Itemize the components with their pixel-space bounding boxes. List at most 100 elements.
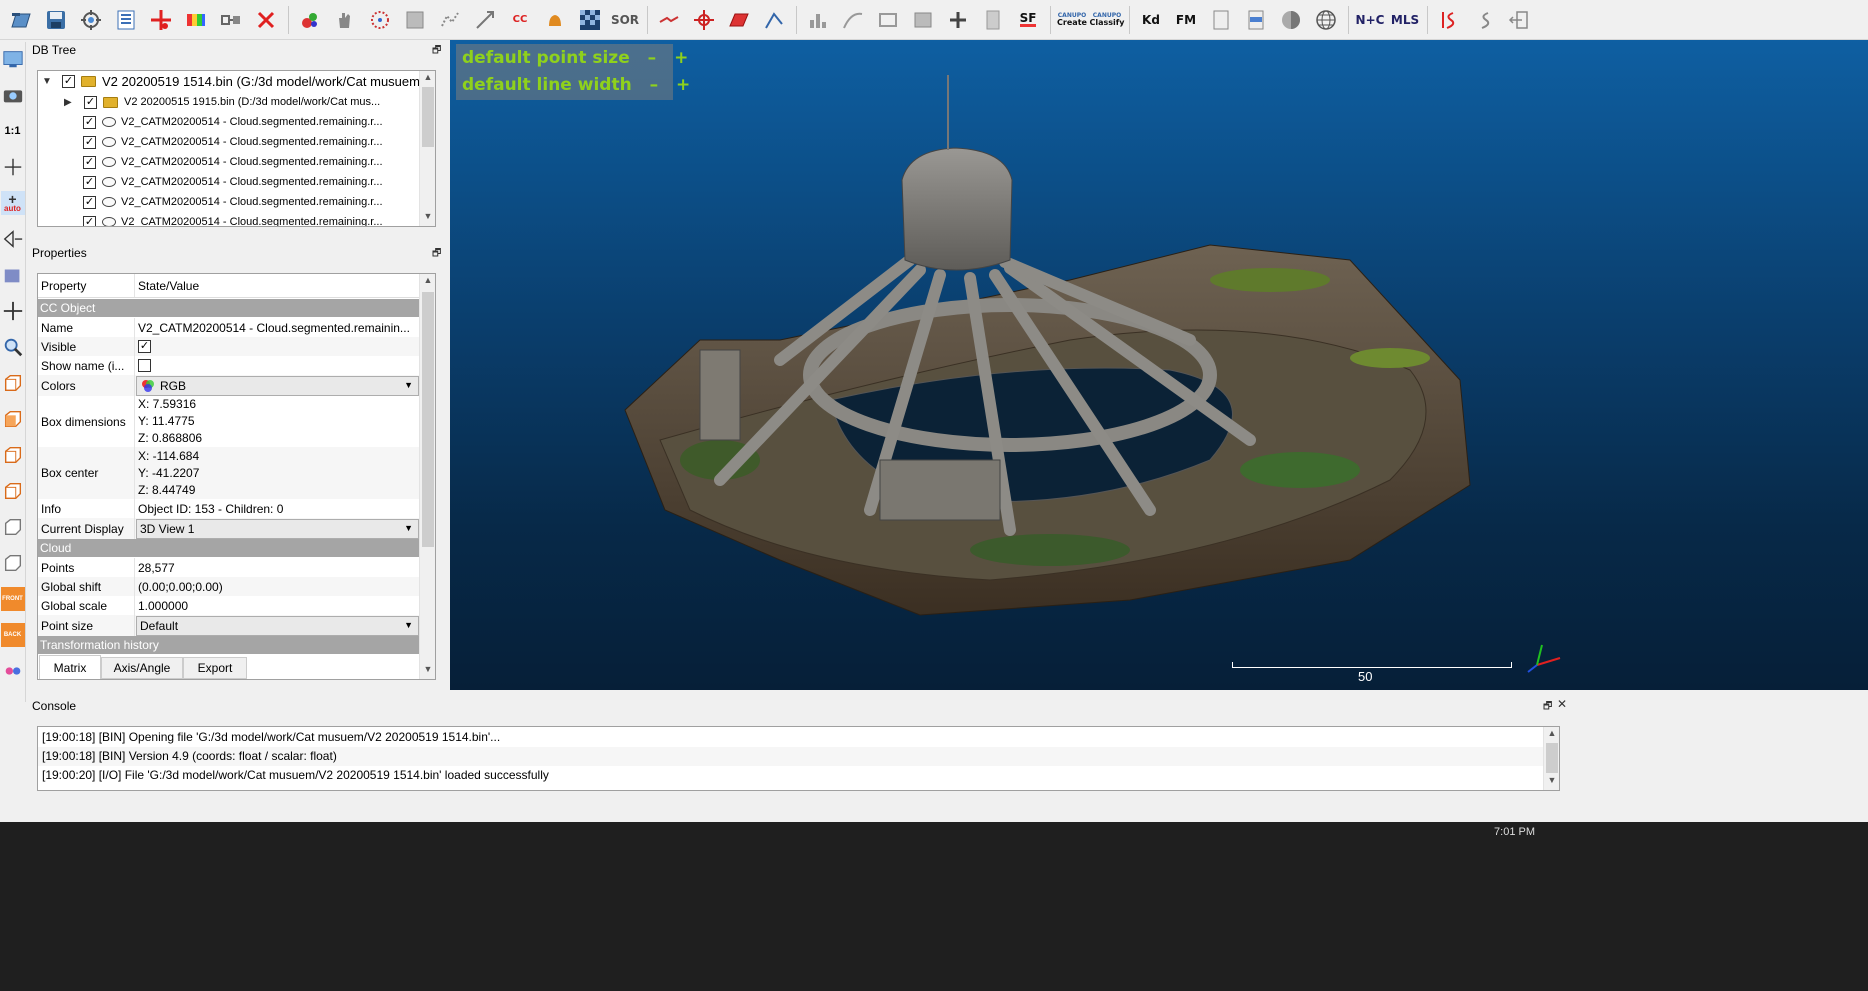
console-scrollbar[interactable]: ▲ ▼ [1543,727,1559,790]
nc-icon[interactable]: N+C [1355,4,1385,36]
tree-checkbox[interactable]: ✓ [83,175,96,189]
delete-icon[interactable] [251,4,281,36]
list-icon[interactable] [111,4,141,36]
prop-value-name[interactable]: V2_CATM20200514 - Cloud.segmented.remain… [135,318,419,337]
stereo-icon[interactable] [1,659,25,683]
tree-item-cloud[interactable]: ✓ V2_CATM20200514 - Cloud.segmented.rema… [83,152,383,172]
settings-icon[interactable] [76,4,106,36]
align-icon[interactable] [759,4,789,36]
tree-item-cloud[interactable]: ✓ V2_CATM20200514 - Cloud.segmented.rema… [83,192,383,212]
tree-item-root[interactable]: ▼ ✓ V2 20200519 1514.bin (G:/3d model/wo… [42,71,424,91]
shade-icon[interactable] [1276,4,1306,36]
expand-arrow-icon[interactable]: ▶ [64,97,76,108]
current-display-dropdown[interactable]: 3D View 1 ▼ [136,518,419,539]
scroll-down-icon[interactable]: ▼ [420,664,435,678]
line-width-plus-button[interactable]: + [676,75,690,95]
sf-icon[interactable]: SF [1013,4,1043,36]
arrows-icon[interactable] [1504,4,1534,36]
console-close-icon[interactable]: ✕ [1557,697,1567,711]
filter-icon[interactable] [470,4,500,36]
zoom-icon[interactable] [1,335,25,359]
add-point-icon[interactable] [146,4,176,36]
histogram-icon[interactable] [803,4,833,36]
open-icon[interactable] [6,4,36,36]
tree-item-cloud[interactable]: ✓ V2_CATM20200514 - Cloud.segmented.rema… [83,212,383,226]
tree-item-cloud[interactable]: ✓ V2_CATM20200514 - Cloud.segmented.rema… [83,112,383,132]
tree-item-cloud[interactable]: ✓ V2_CATM20200514 - Cloud.segmented.rema… [83,132,383,152]
calc-icon[interactable] [978,4,1008,36]
bell-icon[interactable] [540,4,570,36]
max-icon[interactable] [873,4,903,36]
rainbow-icon[interactable] [181,4,211,36]
kd-icon[interactable]: Kd [1136,4,1166,36]
s-gray-icon[interactable] [1469,4,1499,36]
fullscreen-icon[interactable] [1,47,25,71]
properties-table[interactable]: Property State/Value CC Object Name V2_C… [37,273,436,680]
pivot-icon[interactable] [1,155,25,179]
mls-icon[interactable]: MLS [1390,4,1420,36]
colors-dropdown[interactable]: RGB ▼ [136,375,419,396]
db-tree-float-icon[interactable]: 🗗 [432,43,441,60]
db-tree[interactable]: ▼ ✓ V2 20200519 1514.bin (G:/3d model/wo… [37,70,436,227]
view-top-icon[interactable] [1,371,25,395]
s-red-icon[interactable] [1434,4,1464,36]
compass-icon[interactable] [689,4,719,36]
view-left-icon[interactable] [1,443,25,467]
3d-view[interactable]: default point size – + default line widt… [450,40,1868,690]
auto-pivot-icon[interactable]: + auto [0,191,25,215]
move-icon[interactable] [1,299,25,323]
tree-checkbox[interactable]: ✓ [62,74,75,88]
light-icon[interactable] [1,263,25,287]
tree-item-folder[interactable]: ▶ ✓ V2 20200515 1915.bin (D:/3d model/wo… [64,92,380,112]
tree-checkbox[interactable]: ✓ [83,115,96,129]
tab-export[interactable]: Export [183,657,247,679]
tree-item-cloud[interactable]: ✓ V2_CATM20200514 - Cloud.segmented.rema… [83,172,383,192]
scroll-down-icon[interactable]: ▼ [420,211,435,225]
console-float-icon[interactable]: 🗗 [1543,699,1552,716]
tree-checkbox[interactable]: ✓ [83,135,96,149]
noise-icon[interactable] [435,4,465,36]
curve-icon[interactable] [838,4,868,36]
tree-checkbox[interactable]: ✓ [83,195,96,209]
line-width-minus-button[interactable]: – [650,75,659,95]
link-icon[interactable] [216,4,246,36]
point-size-minus-button[interactable]: – [648,48,657,68]
tab-matrix[interactable]: Matrix [39,655,101,679]
scroll-down-icon[interactable]: ▼ [1544,775,1559,789]
scroll-thumb[interactable] [422,87,434,147]
scroll-up-icon[interactable]: ▲ [420,275,435,289]
properties-scrollbar[interactable]: ▲ ▼ [419,274,435,679]
checker-icon[interactable] [575,4,605,36]
segment-icon[interactable] [654,4,684,36]
view-right-icon[interactable] [1,515,25,539]
properties-float-icon[interactable]: 🗗 [432,246,441,263]
perspective-icon[interactable] [1,227,25,251]
globe-icon[interactable] [1311,4,1341,36]
color-icon[interactable] [295,4,325,36]
plus-icon[interactable] [943,4,973,36]
scroll-thumb[interactable] [1546,743,1558,773]
canupo-create-icon[interactable]: CANUPO Create [1057,4,1087,36]
canupo-classify-icon[interactable]: CANUPO Classify [1090,4,1125,36]
tab-axis-angle[interactable]: Axis/Angle [101,657,183,679]
scroll-up-icon[interactable]: ▲ [420,72,435,86]
view-back-icon[interactable] [1,479,25,503]
zoom-one-to-one[interactable]: 1:1 [1,119,25,143]
sor-icon[interactable]: SOR [610,4,640,36]
hand-icon[interactable] [330,4,360,36]
stack-icon[interactable] [908,4,938,36]
point-size-dropdown[interactable]: Default ▼ [136,615,419,636]
point-size-plus-button[interactable]: + [674,48,688,68]
visible-checkbox[interactable]: ✓ [138,340,151,353]
iso-front-icon[interactable]: FRONT [0,587,25,611]
plane-icon[interactable] [724,4,754,36]
bsp-icon[interactable] [1206,4,1236,36]
view-bottom-icon[interactable] [1,551,25,575]
db-tree-scrollbar[interactable]: ▲ ▼ [419,71,435,226]
sphere-icon[interactable] [400,4,430,36]
fm-icon[interactable]: FM [1171,4,1201,36]
csv-icon[interactable] [1241,4,1271,36]
view-front-icon[interactable] [1,407,25,431]
tree-checkbox[interactable]: ✓ [84,95,97,109]
collapse-arrow-icon[interactable]: ▼ [42,76,54,87]
